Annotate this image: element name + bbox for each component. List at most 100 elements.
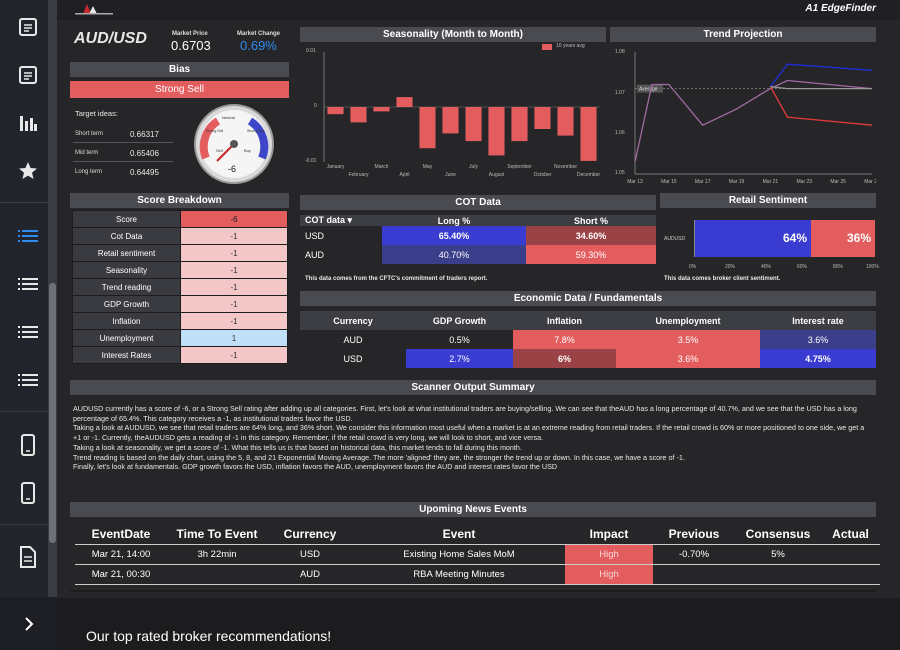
page-icon[interactable] (14, 543, 42, 571)
news-row: Mar 21, 00:30 AUD RBA Meeting Minutes Hi… (75, 564, 880, 584)
document-icon[interactable] (14, 13, 42, 41)
market-price: 0.6703 (171, 38, 211, 53)
retail-axis: 0% 20% 40% 60% 80% 100% (689, 264, 879, 272)
broker-section: Our top rated broker recommendations! (57, 598, 900, 650)
sidebar-scroll-thumb[interactable] (49, 283, 56, 543)
news-cell: Mar 21, 14:00 (91, 548, 151, 560)
average-label: Average (639, 87, 658, 93)
score-label: Seasonality (72, 261, 181, 279)
score-row: Cot Data -1 (72, 227, 288, 245)
score-row: Score -6 (72, 210, 288, 228)
score-table: Score -6 Cot Data -1 Retail sentiment -1 Seaso… (72, 210, 288, 364)
scanner-summary: AUDUSD currently has a score of -6, or a… (73, 404, 865, 472)
season-bar (534, 107, 551, 129)
x-tick: August (489, 172, 505, 178)
econ-cell: 2.7% (406, 349, 513, 368)
score-label: Retail sentiment (72, 244, 181, 262)
cot-dropdown[interactable]: COT data ▾ (300, 215, 382, 226)
x-tick: Mar 27 (864, 179, 876, 185)
mobile-icon[interactable] (14, 431, 42, 459)
list-icon[interactable] (14, 270, 42, 298)
news-cell (167, 564, 267, 584)
x-tick: April (399, 172, 409, 178)
dashboard: A1 EdgeFinder AUD/USD Market Price 0.670… (57, 0, 900, 650)
retail-title: Retail Sentiment (660, 193, 876, 208)
score-label: Score (72, 210, 181, 228)
news-cell (735, 564, 821, 584)
x-tick: January (327, 164, 345, 170)
news-cell: -0.70% (678, 548, 710, 560)
econ-cell: 4.75% (760, 349, 876, 368)
news-header: Previous (668, 526, 720, 541)
retail-tick: 0% (689, 264, 697, 270)
econ-cell: 3.5% (616, 330, 760, 349)
x-tick: Mar 21 (763, 179, 779, 185)
target-label: Mid term (75, 150, 99, 156)
season-bar (419, 107, 436, 149)
econ-cell: AUD (300, 330, 406, 349)
list-icon[interactable] (14, 222, 42, 250)
news-cell: Existing Home Sales MoM (403, 548, 515, 560)
x-tick: Mar 15 (661, 179, 677, 185)
market-change: 0.69% (240, 38, 277, 53)
econ-header: Currency (333, 315, 373, 326)
econ-cell: 0.5% (406, 330, 513, 349)
score-value: -1 (180, 346, 288, 364)
score-label: GDP Growth (72, 295, 181, 313)
score-value: -1 (180, 244, 288, 262)
star-icon[interactable] (14, 157, 42, 185)
gauge-buy: Buy (244, 148, 251, 153)
score-label: Inflation (72, 312, 181, 330)
score-row: Unemployment 1 (72, 329, 288, 347)
news-cell: Mar 21, 00:30 (91, 568, 151, 580)
score-value: -1 (180, 312, 288, 330)
retail-tick: 80% (833, 264, 844, 270)
chart-bars-icon[interactable] (14, 109, 42, 137)
cot-note: This data comes from the CFTC's commitme… (305, 276, 488, 282)
mobile-icon[interactable] (14, 479, 42, 507)
list-icon[interactable] (14, 318, 42, 346)
score-title: Score Breakdown (70, 193, 289, 208)
news-cell (821, 564, 880, 584)
x-tick: September (507, 164, 532, 170)
list-icon[interactable] (14, 366, 42, 394)
bias-value: Strong Sell (70, 81, 289, 98)
news-header: Impact (589, 526, 629, 541)
retail-bar: 64% 36% (694, 220, 875, 257)
cot-long: 65.40% (382, 226, 526, 245)
econ-cell: 6% (513, 349, 616, 368)
season-bar (396, 97, 413, 107)
season-bar (511, 107, 528, 142)
x-tick: March (375, 164, 389, 170)
cot-currency: AUD (300, 245, 382, 264)
score-row: Interest Rates -1 (72, 346, 288, 364)
chevron-right-icon (24, 616, 33, 631)
news-header: Consensus (745, 526, 811, 541)
cot-header: Short % (573, 215, 608, 226)
expand-sidebar-button[interactable] (0, 597, 57, 650)
score-row: Trend reading -1 (72, 278, 288, 296)
econ-table: Currency GDP Growth Inflation Unemployme… (300, 311, 876, 368)
season-bar (442, 107, 459, 134)
logo (75, 4, 113, 15)
scanner-title: Scanner Output Summary (70, 380, 876, 395)
news-header: EventDate (91, 526, 151, 541)
x-tick: October (534, 172, 552, 178)
season-bar (488, 107, 505, 156)
news-header: Currency (283, 526, 337, 541)
score-label: Trend reading (72, 278, 181, 296)
cot-row: USD 65.40% 34.60% (300, 226, 656, 245)
econ-header: Inflation (547, 315, 582, 326)
econ-cell: USD (300, 349, 406, 368)
score-value: 1 (180, 329, 288, 347)
target-value: 0.66317 (130, 130, 159, 139)
x-tick: May (423, 164, 433, 170)
econ-header: Unemployment (655, 315, 721, 326)
score-row: Seasonality -1 (72, 261, 288, 279)
retail-tick: 100% (866, 264, 879, 270)
score-value: -1 (180, 261, 288, 279)
document-icon[interactable] (14, 61, 42, 89)
news-cell: 5% (771, 548, 785, 560)
seasonality-title: Seasonality (Month to Month) (300, 27, 606, 42)
x-tick: June (445, 172, 456, 178)
